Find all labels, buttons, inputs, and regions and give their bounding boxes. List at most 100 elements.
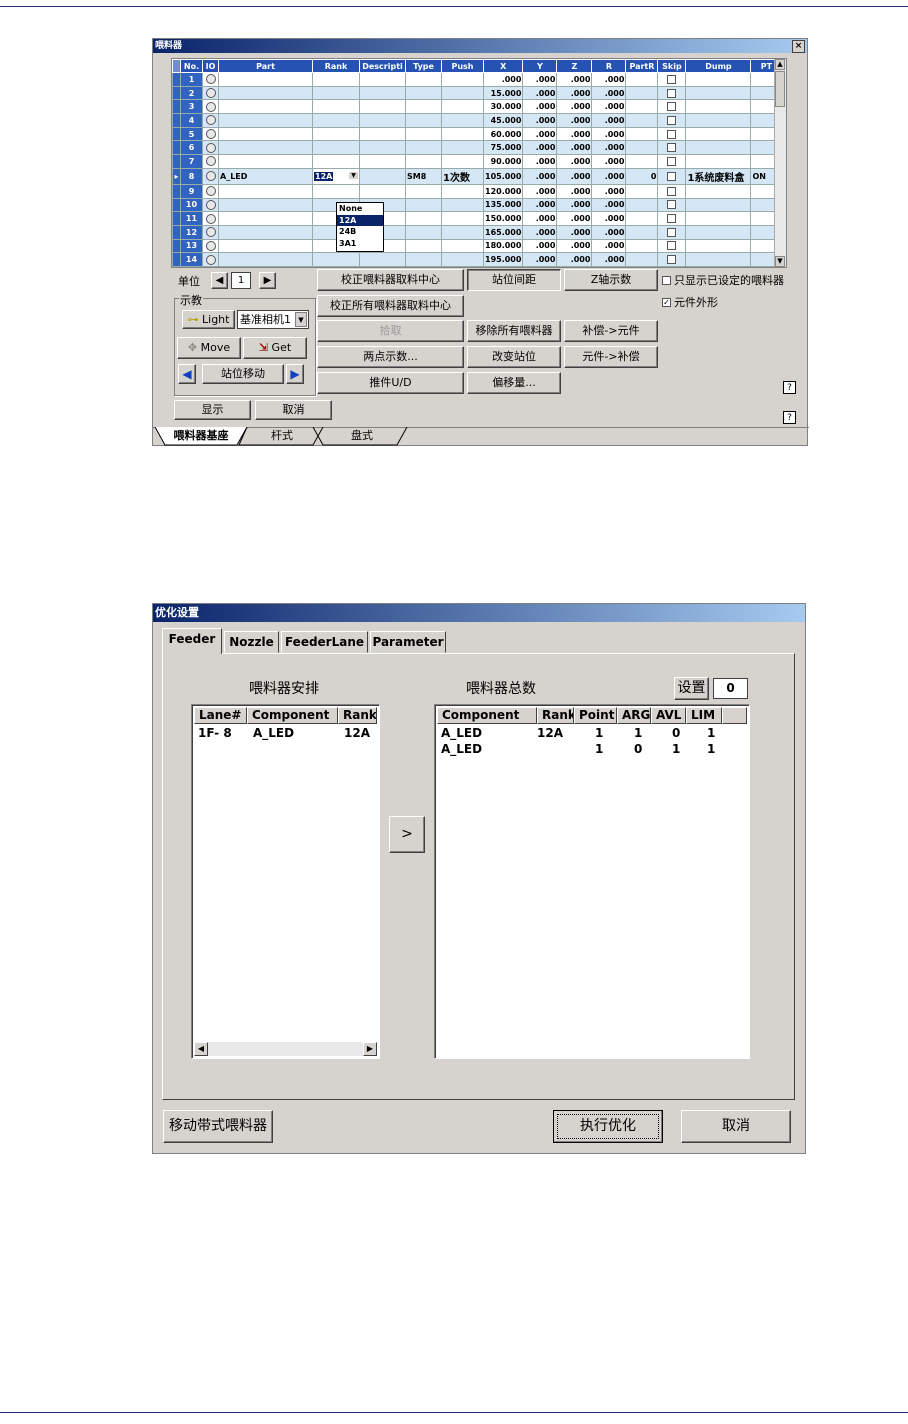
tab-tray[interactable]: 盘式	[325, 427, 399, 445]
x-cell[interactable]: 135.000	[482, 197, 524, 213]
push-cell[interactable]	[441, 140, 484, 156]
x-cell[interactable]: 120.000	[482, 183, 524, 199]
skip-checkbox[interactable]	[667, 129, 677, 139]
skip-checkbox-cell[interactable]	[657, 72, 687, 87]
tab-nozzle[interactable]: Nozzle	[224, 631, 279, 653]
skip-checkbox[interactable]	[667, 88, 677, 98]
only-set-feeders-checkbox[interactable]	[662, 276, 671, 285]
descripti-cell[interactable]	[359, 154, 406, 169]
partr-cell[interactable]	[625, 238, 659, 254]
scroll-left-icon[interactable]: ◀	[194, 1042, 208, 1056]
push-cell[interactable]	[441, 113, 484, 128]
scroll-up-icon[interactable]: ▲	[775, 59, 785, 70]
light-button[interactable]: ⊶ Light	[182, 310, 235, 329]
rank-dropdown-list[interactable]: None 12A 24B 3A1	[336, 202, 384, 252]
rank-cell[interactable]	[312, 113, 360, 128]
row-number-cell[interactable]: 9	[180, 183, 203, 199]
offset-button[interactable]: 偏移量...	[467, 372, 561, 394]
push-cell[interactable]	[441, 183, 484, 199]
io-status-cell[interactable]	[202, 154, 219, 169]
partr-cell[interactable]	[625, 183, 659, 199]
partr-cell[interactable]	[625, 99, 659, 115]
y-cell[interactable]: .000	[522, 224, 558, 240]
close-icon[interactable]: ×	[792, 40, 805, 53]
column-header[interactable]: Skip	[657, 59, 687, 73]
part-cell[interactable]	[218, 140, 313, 156]
part-cell[interactable]	[218, 224, 313, 240]
dump-cell[interactable]	[685, 238, 752, 254]
column-header-rank[interactable]: Rank	[338, 707, 377, 724]
type-cell[interactable]	[405, 211, 442, 226]
row-selector[interactable]	[172, 197, 181, 213]
skip-checkbox-cell[interactable]	[657, 183, 687, 199]
row-number-cell[interactable]: 5	[180, 126, 203, 142]
skip-checkbox-cell[interactable]	[657, 154, 687, 169]
table-row[interactable]: 6 75.000.000.000.000	[172, 140, 783, 156]
help-icon[interactable]: ?	[783, 381, 796, 394]
row-selector[interactable]: ▸	[172, 167, 181, 185]
row-number-cell[interactable]: 7	[180, 154, 203, 169]
tab-feeder[interactable]: Feeder	[162, 628, 222, 654]
io-status-cell[interactable]	[202, 224, 219, 240]
column-header[interactable]: PartR	[625, 59, 659, 73]
row-number-cell[interactable]: 11	[180, 211, 203, 226]
column-header[interactable]: X	[482, 59, 524, 73]
io-status-cell[interactable]	[202, 99, 219, 115]
part-cell[interactable]	[218, 126, 313, 142]
z-axis-teach-button[interactable]: Z轴示数	[564, 269, 658, 291]
y-cell[interactable]: .000	[522, 211, 558, 226]
type-cell[interactable]	[405, 72, 442, 87]
scroll-right-icon[interactable]: ▶	[363, 1042, 377, 1056]
column-header[interactable]: Z	[556, 59, 593, 73]
part-cell[interactable]	[218, 113, 313, 128]
skip-checkbox-cell[interactable]	[657, 252, 687, 267]
partr-cell[interactable]	[625, 197, 659, 213]
rank-cell[interactable]	[312, 183, 360, 199]
z-cell[interactable]: .000	[556, 252, 593, 267]
column-header-lim[interactable]: LIM	[686, 707, 722, 724]
partr-cell[interactable]	[625, 252, 659, 267]
y-cell[interactable]: .000	[522, 238, 558, 254]
io-status-cell[interactable]	[202, 72, 219, 87]
skip-checkbox[interactable]	[667, 255, 677, 265]
x-cell[interactable]: .000	[482, 72, 524, 87]
column-header[interactable]: No.	[180, 59, 203, 73]
dump-cell[interactable]	[685, 113, 752, 128]
row-selector[interactable]	[172, 113, 181, 128]
push-cell[interactable]	[441, 72, 484, 87]
partr-cell[interactable]: 0	[625, 167, 659, 185]
row-number-cell[interactable]: 4	[180, 113, 203, 128]
type-cell[interactable]	[405, 238, 442, 254]
z-cell[interactable]: .000	[556, 99, 593, 115]
tab-parameter[interactable]: Parameter	[370, 631, 446, 653]
row-number-cell[interactable]: 8	[180, 167, 203, 185]
rank-cell[interactable]	[312, 252, 360, 267]
descripti-cell[interactable]	[359, 85, 406, 101]
remove-all-feeders-button[interactable]: 移除所有喂料器	[467, 320, 561, 342]
r-cell[interactable]: .000	[591, 224, 627, 240]
dump-cell[interactable]	[685, 211, 752, 226]
calibrate-feeder-center-button[interactable]: 校正喂料器取料中心	[317, 269, 464, 291]
row-selector[interactable]	[172, 252, 181, 267]
y-cell[interactable]: .000	[522, 154, 558, 169]
r-cell[interactable]: .000	[591, 183, 627, 199]
type-cell[interactable]	[405, 99, 442, 115]
push-cell[interactable]	[441, 238, 484, 254]
z-cell[interactable]: .000	[556, 197, 593, 213]
y-cell[interactable]: .000	[522, 126, 558, 142]
part-outline-checkbox[interactable]: ✓	[662, 298, 671, 307]
push-cell[interactable]	[441, 99, 484, 115]
dump-cell[interactable]: 1系统废料盒	[685, 167, 752, 185]
io-status-cell[interactable]	[202, 126, 219, 142]
row-number-cell[interactable]: 2	[180, 85, 203, 101]
skip-checkbox-cell[interactable]	[657, 238, 687, 254]
help-icon[interactable]: ?	[783, 411, 796, 424]
grid-vertical-scrollbar[interactable]: ▲ ▼	[774, 59, 786, 267]
column-header-component[interactable]: Component	[437, 707, 537, 724]
descripti-cell[interactable]	[359, 167, 406, 185]
r-cell[interactable]: .000	[591, 85, 627, 101]
x-cell[interactable]: 180.000	[482, 238, 524, 254]
partr-cell[interactable]	[625, 154, 659, 169]
type-cell[interactable]	[405, 85, 442, 101]
partr-cell[interactable]	[625, 113, 659, 128]
